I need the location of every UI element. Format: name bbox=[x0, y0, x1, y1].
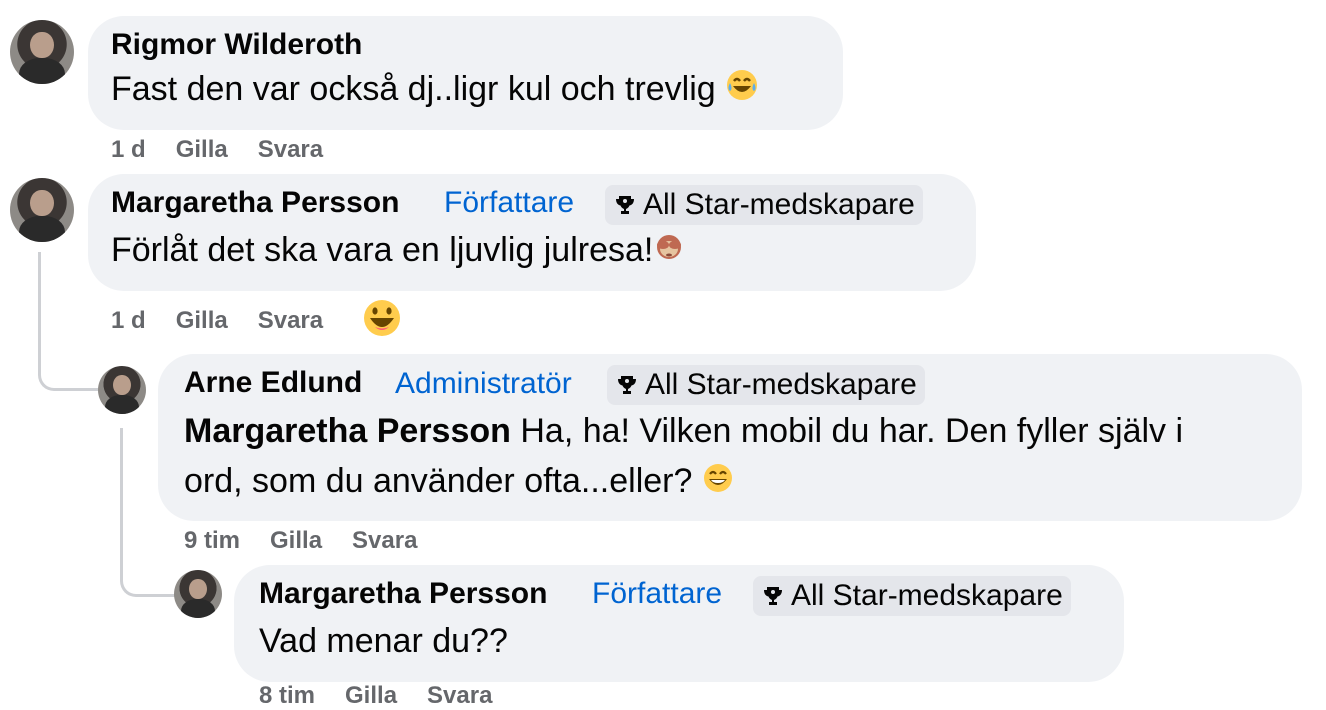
comment-author[interactable]: Rigmor Wilderoth bbox=[111, 28, 362, 62]
comment-text-line: Ha, ha! Vilken mobil du har. Den fyller … bbox=[520, 412, 1184, 450]
comment-text-body: Fast den var också dj..ligr kul och trev… bbox=[111, 70, 716, 108]
comment-timestamp[interactable]: 1 d bbox=[111, 136, 146, 163]
comment-actions: 8 tim Gilla Svara bbox=[259, 682, 522, 710]
comment-author[interactable]: Margaretha Persson bbox=[259, 577, 547, 611]
grinning-smile-emoji bbox=[702, 460, 734, 506]
see-no-evil-monkey-emoji bbox=[653, 229, 685, 275]
avatar[interactable] bbox=[10, 178, 74, 242]
comment-text-line: ord, som du använder ofta...eller? bbox=[184, 462, 693, 500]
trophy-icon bbox=[616, 196, 634, 214]
avatar[interactable] bbox=[98, 366, 146, 414]
author-role-label[interactable]: Författare bbox=[444, 186, 574, 220]
reply-button[interactable]: Svara bbox=[352, 527, 417, 554]
comment-text: Margaretha Persson Ha, ha! Vilken mobil … bbox=[184, 408, 1183, 454]
like-button[interactable]: Gilla bbox=[176, 307, 228, 334]
badge-label: All Star-medskapare bbox=[791, 579, 1063, 612]
trophy-icon bbox=[618, 376, 636, 394]
all-star-badge[interactable]: All Star-medskapare bbox=[607, 365, 925, 405]
avatar[interactable] bbox=[10, 20, 74, 84]
mention-link[interactable]: Margaretha Persson bbox=[184, 412, 511, 450]
comment-text: Vad menar du?? bbox=[259, 618, 508, 664]
comment-author[interactable]: Arne Edlund bbox=[184, 366, 362, 400]
comment-author[interactable]: Margaretha Persson bbox=[111, 186, 399, 220]
like-button[interactable]: Gilla bbox=[270, 527, 322, 554]
badge-label: All Star-medskapare bbox=[645, 368, 917, 401]
comment-timestamp[interactable]: 1 d bbox=[111, 307, 146, 334]
reply-button[interactable]: Svara bbox=[258, 136, 323, 163]
comment-actions: 1 d Gilla Svara bbox=[111, 307, 353, 335]
all-star-badge[interactable]: All Star-medskapare bbox=[605, 185, 923, 225]
like-button[interactable]: Gilla bbox=[176, 136, 228, 163]
author-role-label[interactable]: Administratör bbox=[395, 367, 572, 401]
trophy-icon bbox=[764, 587, 782, 605]
comment-text-body: Vad menar du?? bbox=[259, 622, 508, 660]
comment-timestamp[interactable]: 9 tim bbox=[184, 527, 240, 554]
laughing-tears-emoji bbox=[725, 68, 759, 114]
author-role-label[interactable]: Författare bbox=[592, 577, 722, 611]
comment-text-body: Förlåt det ska vara en ljuvlig julresa! bbox=[111, 231, 654, 269]
comment-actions: 1 d Gilla Svara bbox=[111, 136, 353, 164]
avatar[interactable] bbox=[174, 570, 222, 618]
comment-text: Förlåt det ska vara en ljuvlig julresa! bbox=[111, 227, 685, 275]
comment-actions: 9 tim Gilla Svara bbox=[184, 527, 447, 555]
reply-button[interactable]: Svara bbox=[258, 307, 323, 334]
comment-text: Fast den var också dj..ligr kul och trev… bbox=[111, 66, 759, 114]
comment-text: ord, som du använder ofta...eller? bbox=[184, 458, 734, 506]
badge-label: All Star-medskapare bbox=[643, 188, 915, 221]
all-star-badge[interactable]: All Star-medskapare bbox=[753, 576, 1071, 616]
grinning-face-emoji[interactable] bbox=[362, 298, 402, 338]
thread-line bbox=[38, 252, 99, 391]
